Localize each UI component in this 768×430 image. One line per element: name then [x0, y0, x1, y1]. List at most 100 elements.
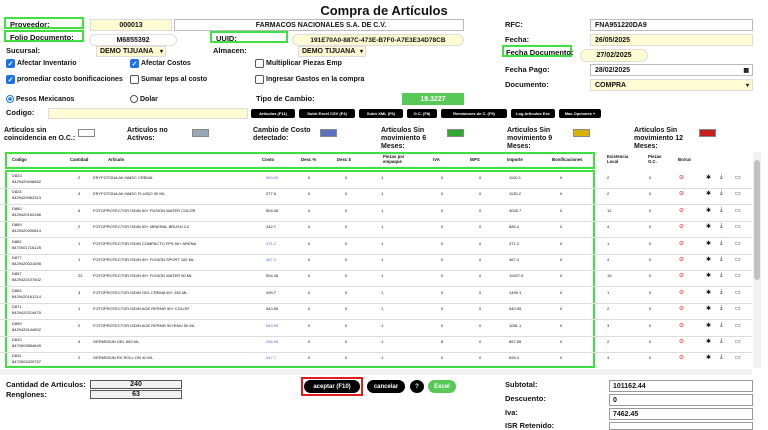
- delete-bin-icon[interactable]: ▭: [735, 207, 741, 214]
- cell-desc-amt[interactable]: 0: [345, 191, 347, 196]
- afectar-inventario-checkbox[interactable]: ✓ Afectar Inventario: [6, 59, 77, 68]
- delete-bin-icon[interactable]: ▭: [735, 223, 741, 230]
- cancelar-button[interactable]: cancelar: [367, 380, 405, 393]
- settings-icon[interactable]: ✱: [706, 338, 711, 345]
- delete-icon[interactable]: ⊘: [679, 207, 684, 214]
- col-importe[interactable]: Importe: [507, 157, 523, 162]
- cell-desc-amt[interactable]: 0: [345, 273, 347, 278]
- cell-costo[interactable]: 377.6: [266, 191, 276, 196]
- cell-costo[interactable]: 504.45: [266, 208, 278, 213]
- cell-desc-amt[interactable]: 0: [345, 290, 347, 295]
- cell-desc-pct[interactable]: 0: [308, 355, 310, 360]
- log-articulos-button[interactable]: Log Articulos Exc: [511, 109, 555, 118]
- delete-icon[interactable]: ⊘: [679, 354, 684, 361]
- subir-xml-button[interactable]: Subir XML (F6): [359, 109, 403, 118]
- download-icon[interactable]: ⤓: [720, 305, 723, 312]
- scrollbar-thumb[interactable]: [754, 160, 760, 280]
- delete-icon[interactable]: ⊘: [679, 190, 684, 197]
- cell-desc-amt[interactable]: 0: [345, 323, 347, 328]
- download-icon[interactable]: ⤓: [720, 174, 723, 181]
- table-row[interactable]: D877 1 FOTOPROTECTOR ISDIN 50+ FUSION SPOR…: [0, 253, 752, 271]
- cell-costo[interactable]: 471.2: [266, 241, 276, 246]
- excel-button[interactable]: Excel: [428, 380, 456, 393]
- help-button[interactable]: ?: [410, 380, 424, 393]
- cell-desc-pct[interactable]: 0: [308, 290, 310, 295]
- cell-cantidad[interactable]: 3: [78, 339, 80, 344]
- fecha-documento-field[interactable]: 27/02/2025: [580, 49, 648, 62]
- cell-desc-amt[interactable]: 0: [345, 175, 347, 180]
- cell-desc-amt[interactable]: 0: [345, 224, 347, 229]
- delete-icon[interactable]: ⊘: [679, 305, 684, 312]
- multiplicar-piezas-checkbox[interactable]: Multiplicar Piezas Emp: [255, 59, 342, 68]
- proveedor-code-field[interactable]: 000013: [90, 19, 172, 31]
- cell-costo[interactable]: 540.55: [266, 306, 278, 311]
- col-existencia[interactable]: Existencia Local: [607, 154, 633, 164]
- cell-desc-amt[interactable]: 0: [345, 355, 347, 360]
- cell-costo[interactable]: 442.7: [266, 224, 276, 229]
- codigo-input[interactable]: [48, 108, 248, 119]
- delete-bin-icon[interactable]: ▭: [735, 256, 741, 263]
- almacen-select[interactable]: DEMO TIJUANA ▾: [298, 46, 366, 57]
- cell-costo[interactable]: 540.55: [266, 323, 278, 328]
- sumar-ieps-checkbox[interactable]: Sumar Ieps al costo: [130, 75, 207, 84]
- cell-cantidad[interactable]: 2: [78, 175, 80, 180]
- cell-costo[interactable]: 285.95: [266, 339, 278, 344]
- remisiones-button[interactable]: Remisiones de C. (F9): [441, 109, 507, 118]
- delete-bin-icon[interactable]: ▭: [735, 190, 741, 197]
- cell-costo[interactable]: 347.7: [266, 355, 276, 360]
- table-row[interactable]: D810 3 GERMISDIN GEL 500 ML 285.95 0 0 1 8 0 857.…: [0, 335, 752, 353]
- table-row[interactable]: D857 22 FOTOPROTECTOR ISDIN 50+ FUSION WAT…: [0, 269, 752, 288]
- pesos-radio[interactable]: Pesos Mexicanos: [6, 95, 74, 103]
- subir-excel-button[interactable]: Subir Excel CSV (F4): [299, 109, 355, 118]
- col-articulo[interactable]: Articulo: [108, 157, 124, 162]
- cell-cantidad[interactable]: 2: [78, 323, 80, 328]
- cell-costo[interactable]: 499.7: [266, 290, 276, 295]
- cell-desc-pct[interactable]: 0: [308, 257, 310, 262]
- delete-icon[interactable]: ⊘: [679, 322, 684, 329]
- col-borrar[interactable]: Borrar: [678, 157, 691, 162]
- delete-bin-icon[interactable]: ▭: [735, 240, 741, 247]
- cell-desc-pct[interactable]: 0: [308, 208, 310, 213]
- col-desc-pct[interactable]: Desc %: [301, 157, 316, 162]
- delete-icon[interactable]: ⊘: [679, 256, 684, 263]
- documento-select[interactable]: COMPRA ▾: [590, 79, 753, 91]
- settings-icon[interactable]: ✱: [706, 256, 711, 263]
- col-ieps[interactable]: IEPS: [470, 157, 480, 162]
- table-row[interactable]: D869 2 FOTOPROTECTOR ISDIN 50+ MINERAL BRU…: [0, 220, 752, 239]
- mas-opciones-button[interactable]: Mas Opciones +: [559, 109, 601, 118]
- col-iva[interactable]: IVA: [433, 157, 440, 162]
- folio-field[interactable]: M6855392: [89, 34, 177, 46]
- fecha-field[interactable]: 26/05/2025: [590, 34, 753, 46]
- cell-cantidad[interactable]: 6: [78, 208, 80, 213]
- aceptar-button[interactable]: aceptar (F10): [304, 380, 360, 393]
- table-row[interactable]: D859 2 FOTOPROTECTOR ISDIN AGE REPAIR 50+E…: [0, 319, 752, 337]
- download-icon[interactable]: ⤓: [720, 223, 723, 230]
- cell-costo[interactable]: 550.00: [266, 175, 278, 180]
- cell-costo[interactable]: 467.4: [266, 257, 276, 262]
- col-desc-amt[interactable]: Desc $: [337, 157, 351, 162]
- settings-icon[interactable]: ✱: [706, 305, 711, 312]
- settings-icon[interactable]: ✱: [706, 289, 711, 296]
- afectar-costos-checkbox[interactable]: ✓ Afectar Costos: [130, 59, 191, 68]
- delete-bin-icon[interactable]: ▭: [735, 174, 741, 181]
- settings-icon[interactable]: ✱: [706, 207, 711, 214]
- cell-cantidad[interactable]: 2: [78, 355, 80, 360]
- cell-desc-pct[interactable]: 0: [308, 191, 310, 196]
- col-piezas[interactable]: Piezas por empaque: [383, 154, 423, 164]
- fecha-pago-field[interactable]: 28/02/2025 ▦: [590, 64, 753, 76]
- settings-icon[interactable]: ✱: [706, 190, 711, 197]
- oc-button[interactable]: O.C. (F8): [407, 109, 437, 118]
- cell-cantidad[interactable]: 2: [78, 224, 80, 229]
- cell-desc-pct[interactable]: 0: [308, 339, 310, 344]
- table-row[interactable]: D882 1 FOTOPROTECTOR ISDIN COMPACTO FPS 50…: [0, 237, 752, 255]
- cell-desc-pct[interactable]: 0: [308, 241, 310, 246]
- download-icon[interactable]: ⤓: [720, 338, 723, 345]
- download-icon[interactable]: ⤓: [720, 322, 723, 329]
- table-row[interactable]: D860 6 FOTOPROTECTOR ISDIN 50+ FUSION WATE…: [0, 204, 752, 222]
- settings-icon[interactable]: ✱: [706, 272, 711, 279]
- delete-bin-icon[interactable]: ▭: [735, 354, 741, 361]
- download-icon[interactable]: ⤓: [720, 272, 723, 279]
- table-row[interactable]: D831 2 GERMISDIN RX ROLL ON 40 ML 347.7 0 0 1 0…: [0, 351, 752, 368]
- col-piezas-oc[interactable]: Piezas O.C.: [648, 154, 668, 164]
- cell-cantidad[interactable]: 1: [78, 241, 80, 246]
